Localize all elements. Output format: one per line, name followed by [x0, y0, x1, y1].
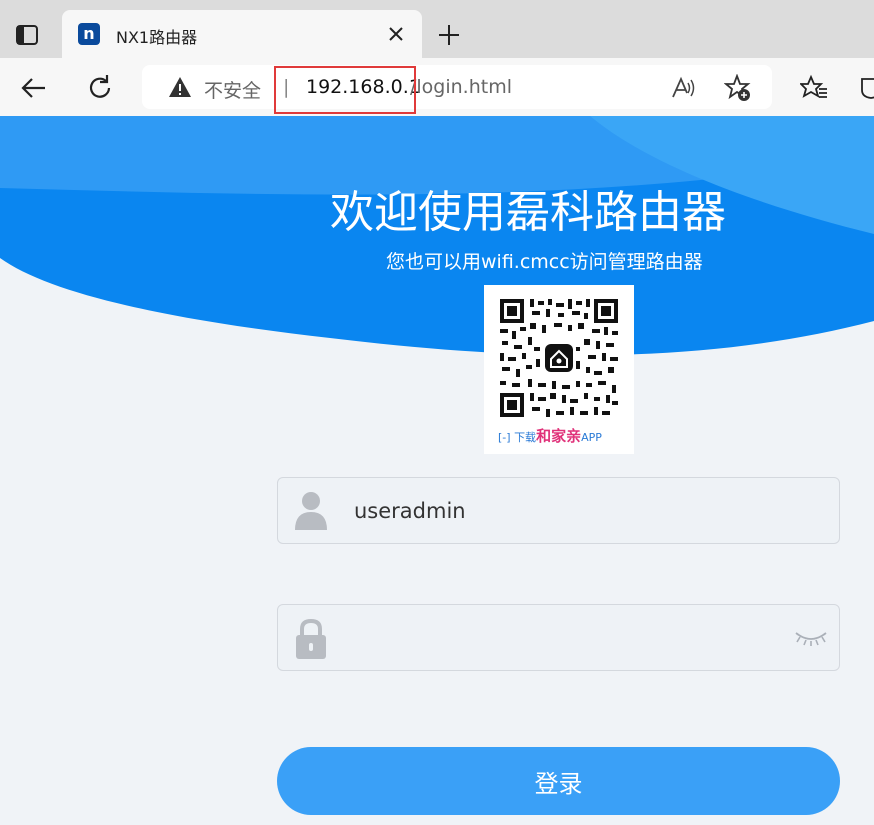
welcome-subtitle: 您也可以用wifi.cmcc访问管理路由器	[386, 251, 703, 273]
plus-icon[interactable]	[434, 20, 464, 50]
add-favorite-icon[interactable]	[724, 74, 752, 102]
lock-icon	[296, 618, 326, 659]
close-icon[interactable]	[384, 22, 408, 46]
tab-strip: n NX1路由器	[0, 0, 874, 58]
collections-icon[interactable]	[860, 76, 874, 100]
qr-caption-suffix: APP	[581, 431, 602, 444]
qr-code-image	[498, 297, 620, 419]
qr-caption-brand: 和家亲	[536, 427, 582, 445]
read-aloud-icon[interactable]	[670, 75, 696, 101]
insecure-label: 不安全	[204, 80, 262, 102]
qr-caption: [-] 下载和家亲APP	[498, 425, 602, 446]
sidebar-icon[interactable]	[14, 22, 40, 48]
back-arrow-icon[interactable]	[18, 72, 50, 104]
qr-code-card: [-] 下载和家亲APP	[484, 285, 634, 454]
url-path: /login.html	[410, 76, 513, 98]
scan-icon: [-]	[498, 431, 511, 444]
address-bar[interactable]: 不安全 | 192.168.0.1 /login.html	[142, 65, 772, 109]
favorites-icon[interactable]	[800, 74, 828, 102]
password-field[interactable]	[277, 604, 840, 671]
password-input[interactable]	[354, 605, 774, 670]
browser-tab[interactable]: n NX1路由器	[62, 10, 422, 58]
username-field[interactable]	[277, 477, 840, 544]
reload-icon[interactable]	[84, 72, 116, 104]
welcome-title: 欢迎使用磊科路由器	[330, 187, 726, 238]
warning-icon[interactable]	[168, 75, 192, 99]
qr-caption-prefix: 下载	[514, 431, 537, 444]
login-button[interactable]: 登录	[277, 747, 840, 815]
banner-background	[0, 116, 874, 356]
url-highlight-box	[274, 66, 416, 114]
router-favicon-icon: n	[78, 23, 100, 45]
browser-toolbar: 不安全 | 192.168.0.1 /login.html	[0, 58, 874, 116]
router-login-page: 欢迎使用磊科路由器 您也可以用wifi.cmcc访问管理路由器 [-] 下载和家…	[0, 116, 874, 825]
eye-closed-icon[interactable]	[794, 629, 828, 647]
user-icon	[295, 492, 327, 530]
username-input[interactable]	[354, 478, 774, 543]
tab-title: NX1路由器	[116, 28, 198, 47]
